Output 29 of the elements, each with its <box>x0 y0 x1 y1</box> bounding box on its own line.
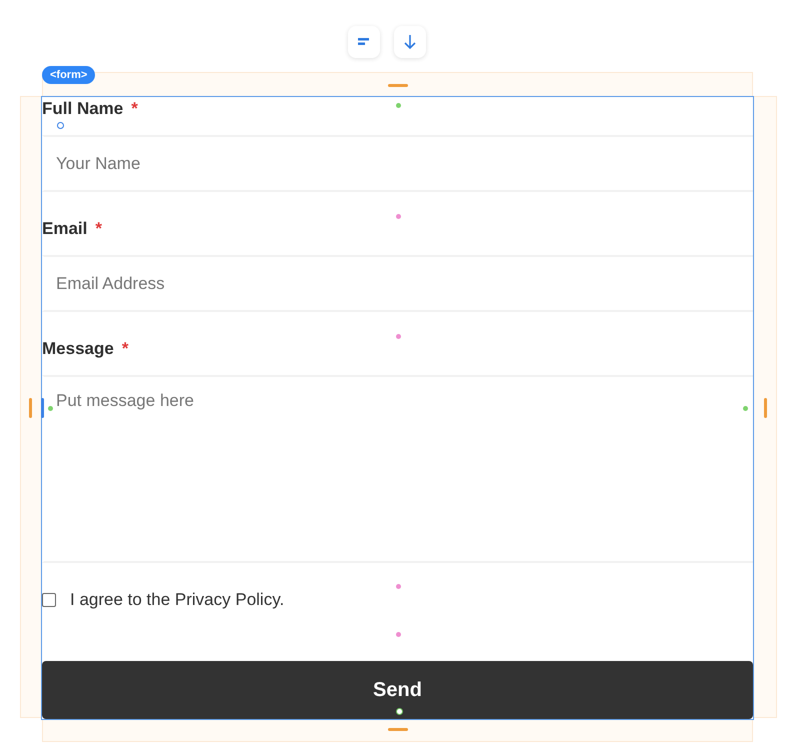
element-tag: <form> <box>42 66 96 84</box>
send-button[interactable]: Send <box>42 661 753 719</box>
align-icon <box>358 38 370 46</box>
resize-handle[interactable] <box>41 398 44 418</box>
field-label: Message <box>42 338 114 360</box>
anchor-dot <box>396 334 401 339</box>
checkbox[interactable] <box>42 593 56 607</box>
anchor-dot <box>743 406 748 411</box>
arrow-down-icon <box>404 34 416 50</box>
toolbar-button[interactable] <box>394 26 426 58</box>
required-mark: * <box>95 218 102 240</box>
field-label: Full Name <box>42 98 124 120</box>
input-field[interactable]: Email Address <box>42 255 753 312</box>
toolbar-button[interactable] <box>348 26 380 58</box>
anchor-dot <box>396 584 401 589</box>
spacing-handle[interactable] <box>388 84 408 87</box>
spacing-handle[interactable] <box>764 398 767 418</box>
required-mark: * <box>122 338 128 360</box>
anchor-dot <box>396 214 401 219</box>
field-label: Email <box>42 218 88 240</box>
checkbox-label: I agree to the Privacy Policy. <box>70 590 284 610</box>
anchor-dot <box>396 103 401 108</box>
spacing-handle[interactable] <box>388 728 408 731</box>
spacing-handle[interactable] <box>29 398 32 418</box>
message-field[interactable]: Put message here <box>42 375 753 563</box>
anchor-dot <box>396 632 401 637</box>
anchor-dot <box>48 406 53 411</box>
required-mark: * <box>131 98 138 120</box>
input-field[interactable]: Your Name <box>42 135 753 192</box>
